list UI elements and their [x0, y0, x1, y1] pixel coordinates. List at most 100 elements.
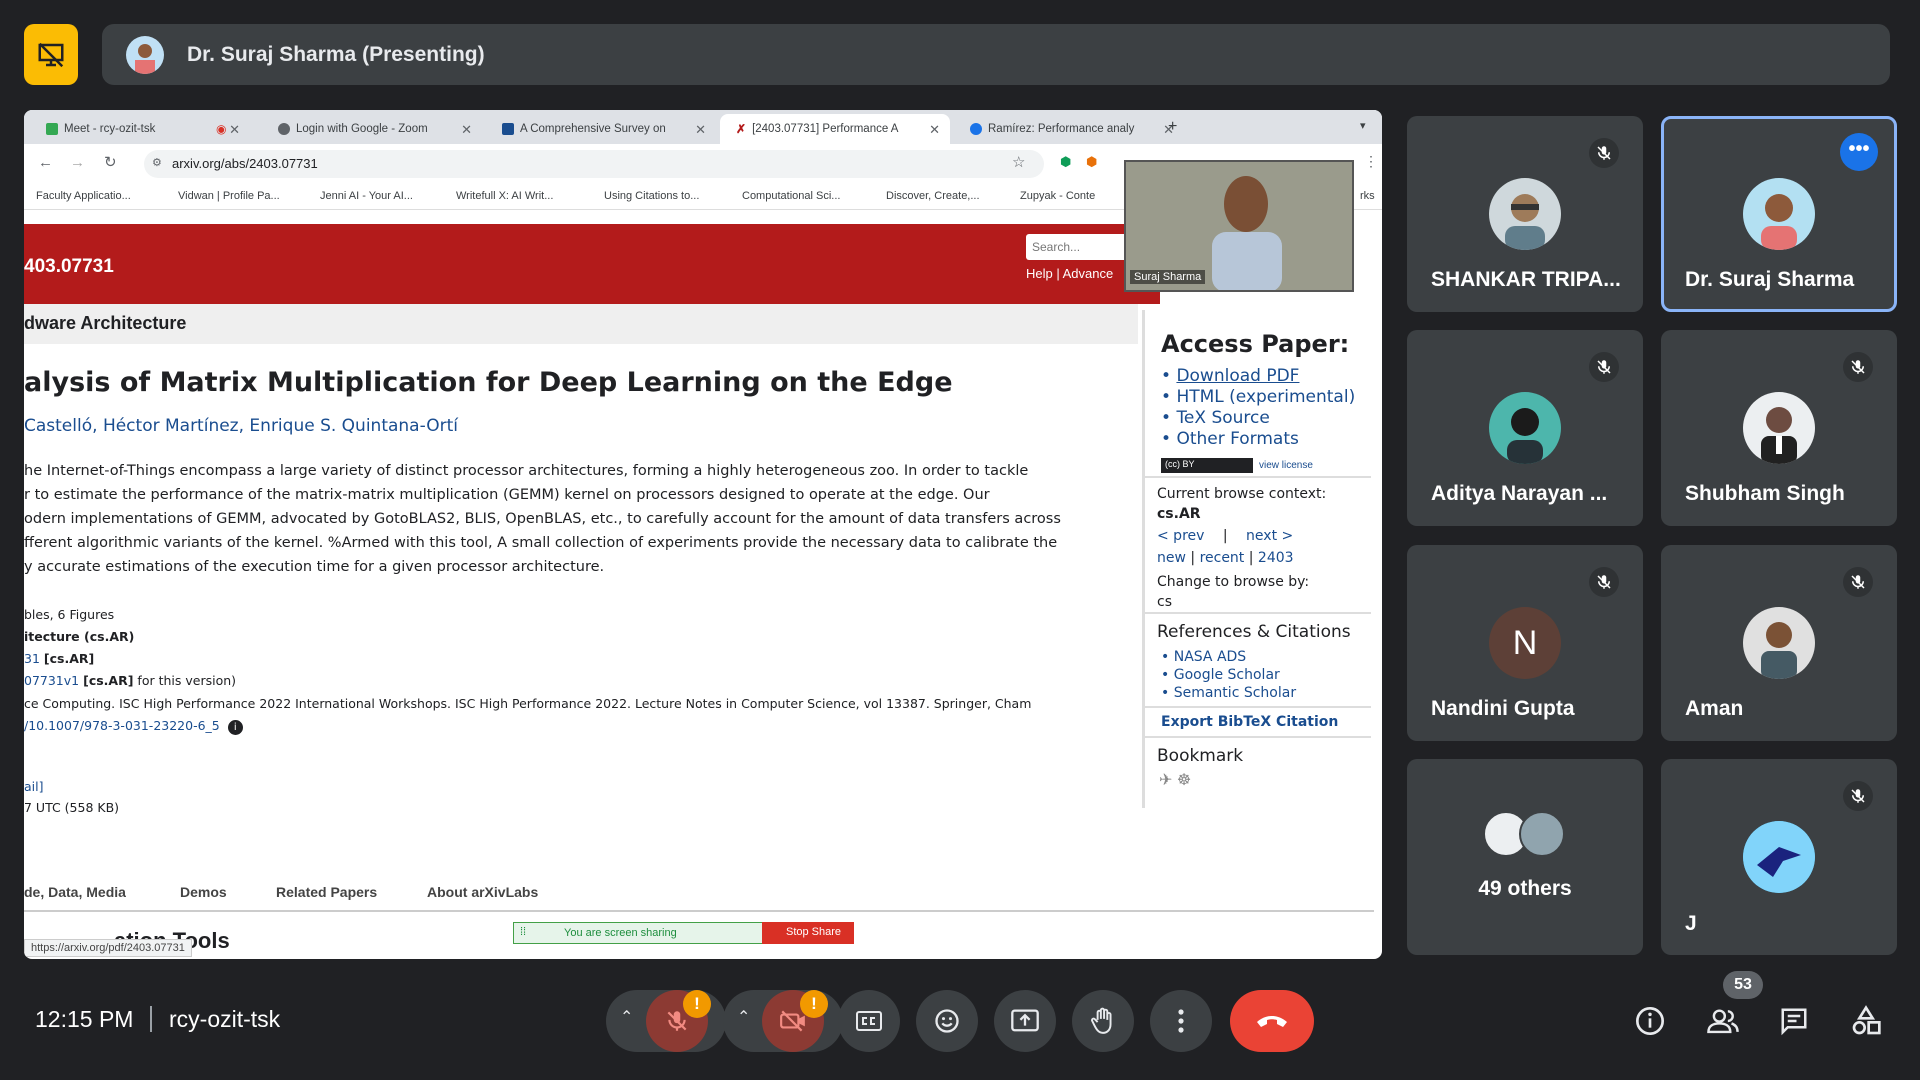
captions-button[interactable] [838, 990, 900, 1052]
bookmark-star-icon[interactable]: ☆ [1012, 153, 1025, 171]
browser-tab-active[interactable]: ✗ [2403.07731] Performance A ✕ [720, 114, 950, 144]
mic-warning-badge: ! [683, 990, 711, 1018]
author-link[interactable]: Héctor Martínez, [103, 416, 244, 436]
search-button[interactable]: ch [1354, 240, 1368, 255]
download-pdf-link[interactable]: Download PDF [1176, 366, 1299, 386]
google-scholar-link[interactable]: Google Scholar [1174, 667, 1280, 683]
stop-share-button[interactable]: Stop Share [762, 922, 854, 944]
activities-button[interactable] [1841, 996, 1891, 1046]
export-bibtex-link[interactable]: Export BibTeX Citation [1161, 714, 1338, 730]
email-link[interactable]: ail] [24, 779, 43, 794]
divider [1145, 476, 1371, 478]
tab-list-chevron-icon[interactable]: ▾ [1360, 119, 1366, 132]
participant-tile[interactable]: Aman [1661, 545, 1897, 741]
bookmark-share-icons[interactable]: ✈ ☸ [1159, 770, 1191, 790]
cc-license-badge[interactable]: (cc) BY [1161, 458, 1253, 473]
semantic-scholar-link[interactable]: Semantic Scholar [1174, 685, 1296, 701]
info-icon[interactable]: i [227, 720, 243, 735]
chat-button[interactable] [1769, 996, 1819, 1046]
bookmark-item[interactable]: Zupyak - Conte [1020, 190, 1095, 202]
category-label: dware Architecture [24, 313, 187, 333]
browser-menu-icon[interactable]: ⋮ [1364, 153, 1378, 170]
arxiv-header [24, 224, 1160, 304]
tab-demos[interactable]: Demos [180, 884, 227, 900]
bookmark-item[interactable]: Faculty Applicatio... [36, 190, 131, 202]
new-link[interactable]: new [1157, 550, 1186, 566]
extension-icon[interactable]: ⬢ [1060, 154, 1071, 170]
arxiv-icon: ✗ [736, 122, 747, 136]
drag-handle-icon[interactable]: ⁞⁞ [520, 926, 526, 938]
nasa-ads-link[interactable]: NASA ADS [1174, 649, 1246, 665]
html-link[interactable]: HTML (experimental) [1176, 387, 1355, 407]
year-link[interactable]: 2403 [1258, 550, 1294, 566]
author-link[interactable]: Enrique S. Quintana-Ortí [249, 416, 458, 436]
mic-off-icon [1589, 352, 1619, 382]
subjects-value: itecture (cs.AR) [24, 629, 135, 644]
tab-related-papers[interactable]: Related Papers [276, 884, 377, 900]
extension-icon[interactable]: ⬢ [1086, 154, 1097, 170]
bookmark-item[interactable]: Writefull X: AI Writ... [456, 190, 553, 202]
close-tab-icon[interactable]: ✕ [229, 122, 240, 138]
divider [1145, 736, 1371, 738]
recent-link[interactable]: recent [1200, 550, 1245, 566]
chat-icon [1781, 1008, 1807, 1036]
hand-icon [1091, 1007, 1112, 1034]
prev-link[interactable]: < prev [1157, 528, 1204, 544]
author-link[interactable]: Castelló, [24, 416, 98, 436]
info-icon [1636, 1007, 1664, 1035]
divider [1145, 706, 1371, 708]
participant-tile[interactable]: N Nandini Gupta [1407, 545, 1643, 741]
author-list: Castelló, Héctor Martínez, Enrique S. Qu… [24, 416, 458, 436]
arxiv-search-input[interactable]: Search... [1026, 234, 1136, 260]
address-bar[interactable]: ⚙ arxiv.org/abs/2403.07731 [144, 150, 1044, 178]
reload-icon[interactable]: ↻ [104, 153, 117, 171]
tex-source-link[interactable]: TeX Source [1176, 408, 1269, 428]
browse-cs-link[interactable]: cs [1157, 594, 1172, 610]
more-options-icon[interactable]: ••• [1840, 133, 1878, 171]
participant-tile[interactable]: J [1661, 759, 1897, 955]
presentation-icon-button[interactable] [24, 24, 78, 85]
access-links: • Download PDF • HTML (experimental) • T… [1161, 366, 1356, 449]
close-tab-icon[interactable]: ✕ [461, 122, 472, 138]
participant-tile[interactable]: Aditya Narayan ... [1407, 330, 1643, 526]
back-icon[interactable]: ← [38, 154, 53, 171]
browser-tab[interactable]: Login with Google - Zoom ✕ [262, 114, 482, 144]
status-url: https://arxiv.org/pdf/2403.07731 [24, 939, 192, 957]
bookmark-item[interactable]: Computational Sci... [742, 190, 840, 202]
reactions-button[interactable] [916, 990, 978, 1052]
chevron-up-icon[interactable]: ⌃ [737, 1007, 750, 1027]
others-tile[interactable]: 49 others [1407, 759, 1643, 955]
meeting-details-button[interactable] [1625, 996, 1675, 1046]
bookmark-item[interactable]: Jenni AI - Your AI... [320, 190, 413, 202]
people-button[interactable] [1698, 996, 1748, 1046]
tab-about-arxivlabs[interactable]: About arXivLabs [427, 884, 538, 900]
browser-tab[interactable]: Ramírez: Performance analy ✕ [954, 114, 1184, 144]
browser-tab[interactable]: Meet - rcy-ozit-tsk ◉ ✕ [30, 114, 250, 144]
bookmark-overflow[interactable]: rks [1360, 190, 1375, 202]
other-formats-link[interactable]: Other Formats [1176, 429, 1298, 449]
view-license-link[interactable]: view license [1259, 460, 1313, 471]
participant-tile[interactable]: Shubham Singh [1661, 330, 1897, 526]
mic-off-icon [1589, 138, 1619, 168]
tab-code-data-media[interactable]: de, Data, Media [24, 884, 126, 900]
next-link[interactable]: next > [1246, 528, 1293, 544]
participant-tile[interactable]: SHANKAR TRIPA... [1407, 116, 1643, 312]
bookmark-item[interactable]: Vidwan | Profile Pa... [178, 190, 280, 202]
site-info-icon[interactable]: ⚙ [152, 156, 162, 169]
new-tab-button[interactable]: + [1168, 118, 1177, 136]
present-button[interactable] [994, 990, 1056, 1052]
forward-icon[interactable]: → [70, 154, 85, 171]
participant-tile-active[interactable]: ••• Dr. Suraj Sharma [1661, 116, 1897, 312]
bookmark-item[interactable]: Using Citations to... [604, 190, 699, 202]
raise-hand-button[interactable] [1072, 990, 1134, 1052]
emoji-icon [935, 1009, 959, 1033]
help-links[interactable]: Help | Advance [1026, 266, 1113, 281]
close-tab-icon[interactable]: ✕ [695, 122, 706, 138]
more-options-button[interactable] [1150, 990, 1212, 1052]
chevron-up-icon[interactable]: ⌃ [620, 1007, 633, 1027]
close-tab-icon[interactable]: ✕ [929, 122, 940, 138]
bookmark-item[interactable]: Discover, Create,... [886, 190, 980, 202]
browser-tab[interactable]: A Comprehensive Survey on ✕ [486, 114, 716, 144]
participant-name: Shubham Singh [1685, 482, 1845, 505]
leave-call-button[interactable] [1230, 990, 1314, 1052]
